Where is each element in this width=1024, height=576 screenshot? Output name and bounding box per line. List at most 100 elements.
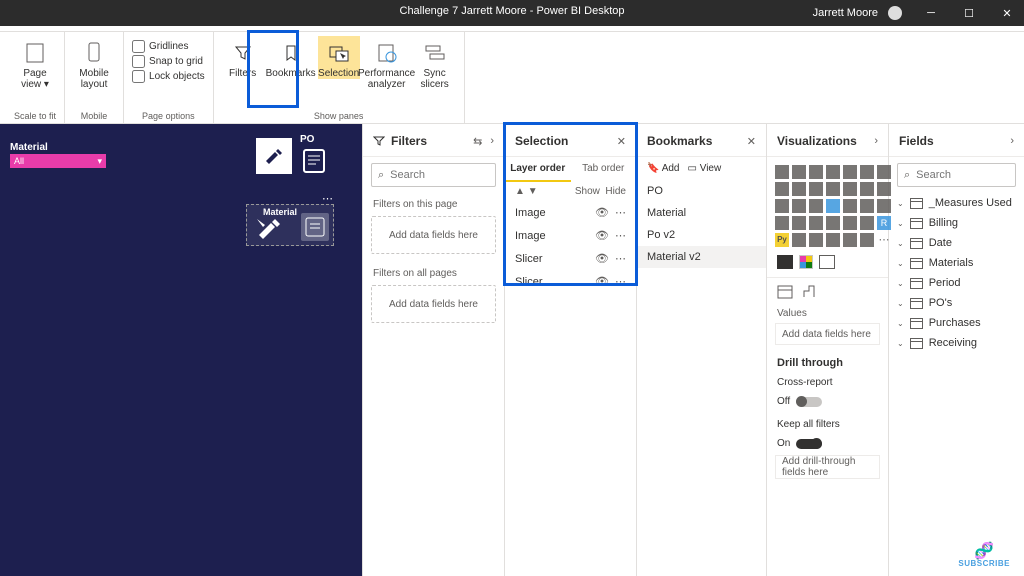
fields-search[interactable]: ⌕ — [897, 163, 1016, 187]
keep-filters-toggle[interactable]: On — [767, 434, 888, 453]
close-selection-icon[interactable]: ✕ — [617, 135, 626, 148]
close-button[interactable]: ✕ — [990, 0, 1024, 26]
bookmarks-button[interactable]: Bookmarks — [270, 36, 312, 79]
viz-type-icon[interactable] — [826, 165, 840, 179]
viz-type-icon[interactable] — [860, 216, 874, 230]
eye-icon[interactable]: 👁 — [595, 229, 609, 242]
field-table[interactable]: ⌄Date — [889, 233, 1024, 253]
move-down-icon[interactable]: ▼ — [528, 186, 538, 197]
viz-type-icon[interactable] — [877, 165, 891, 179]
format-well-icon[interactable] — [801, 284, 817, 300]
sync-slicers-button[interactable]: Sync slicers — [414, 36, 456, 90]
expand-icon[interactable]: ⇆ — [473, 135, 482, 148]
field-table[interactable]: ⌄PO's — [889, 293, 1024, 313]
viz-type-icon[interactable] — [877, 199, 891, 213]
tab-order-tab[interactable]: Tab order — [571, 157, 637, 182]
view-bookmark-button[interactable]: ▭ View — [687, 163, 721, 174]
selection-item[interactable]: Slicer👁⋯ — [505, 270, 636, 293]
viz-type-icon[interactable] — [792, 233, 806, 247]
viz-type-icon[interactable] — [860, 233, 874, 247]
snap-check[interactable]: Snap to grid — [132, 55, 205, 68]
move-up-icon[interactable]: ▲ — [515, 186, 525, 197]
mobile-layout-button[interactable]: Mobile layout — [73, 36, 115, 90]
po-icon-visual[interactable] — [298, 144, 330, 176]
viz-type-icon[interactable] — [826, 233, 840, 247]
field-table[interactable]: ⌄Billing — [889, 213, 1024, 233]
collapse-viz-icon[interactable]: › — [874, 135, 878, 147]
selection-button[interactable]: Selection — [318, 36, 360, 79]
selected-visual-group[interactable]: Material — [246, 204, 334, 246]
viz-type-icon[interactable]: ⋯ — [877, 233, 891, 247]
viz-type-icon[interactable] — [809, 165, 823, 179]
format-tab-icon[interactable] — [799, 255, 813, 269]
viz-type-icon[interactable] — [860, 199, 874, 213]
viz-type-icon[interactable]: R — [877, 216, 891, 230]
gridlines-check[interactable]: Gridlines — [132, 40, 205, 53]
slicer-value[interactable]: All▾ — [10, 154, 106, 168]
viz-type-icon[interactable] — [843, 182, 857, 196]
viz-type-icon[interactable] — [826, 216, 840, 230]
viz-type-icon[interactable] — [792, 199, 806, 213]
material-icon-visual[interactable] — [256, 138, 292, 174]
viz-type-icon[interactable] — [843, 233, 857, 247]
filters-search[interactable]: ⌕ — [371, 163, 496, 187]
close-bookmarks-icon[interactable]: ✕ — [747, 135, 756, 148]
viz-type-icon[interactable] — [809, 182, 823, 196]
performance-analyzer-button[interactable]: Performance analyzer — [366, 36, 408, 90]
bookmark-item[interactable]: PO — [637, 180, 766, 202]
eye-icon[interactable]: 👁 — [595, 275, 609, 288]
viz-type-icon[interactable] — [860, 182, 874, 196]
selection-item[interactable]: Image👁⋯ — [505, 224, 636, 247]
filters-page-drop[interactable]: Add data fields here — [371, 216, 496, 254]
viz-type-icon[interactable] — [860, 165, 874, 179]
viz-type-icon[interactable] — [775, 216, 789, 230]
viz-type-icon[interactable] — [843, 199, 857, 213]
maximize-button[interactable]: ☐ — [952, 0, 986, 26]
minimize-button[interactable]: ─ — [914, 0, 948, 26]
page-view-button[interactable]: Page view ▾ — [14, 36, 56, 90]
eye-icon[interactable]: 👁 — [595, 252, 609, 265]
analytics-tab-icon[interactable] — [819, 255, 835, 269]
viz-type-icon[interactable] — [843, 165, 857, 179]
collapse-icon[interactable]: › — [490, 135, 494, 148]
viz-type-icon[interactable] — [826, 182, 840, 196]
layer-order-tab[interactable]: Layer order — [505, 157, 571, 182]
viz-type-icon[interactable] — [775, 165, 789, 179]
subscribe-watermark: 🧬 SUBSCRIBE — [958, 545, 1010, 568]
bookmark-item[interactable]: Material v2 — [637, 246, 766, 268]
cross-report-toggle[interactable]: Off — [767, 392, 888, 411]
viz-type-icon[interactable] — [826, 199, 840, 213]
viz-type-icon[interactable] — [792, 165, 806, 179]
collapse-fields-icon[interactable]: › — [1010, 135, 1014, 147]
filters-all-drop[interactable]: Add data fields here — [371, 285, 496, 323]
viz-type-icon[interactable] — [809, 216, 823, 230]
filters-button[interactable]: Filters — [222, 36, 264, 79]
lock-check[interactable]: Lock objects — [132, 70, 205, 83]
viz-type-icon[interactable] — [775, 182, 789, 196]
fields-well-icon[interactable] — [777, 284, 793, 300]
bookmark-item[interactable]: Material — [637, 202, 766, 224]
values-drop[interactable]: Add data fields here — [775, 323, 880, 345]
viz-type-icon[interactable] — [843, 216, 857, 230]
selection-item[interactable]: Image👁⋯ — [505, 201, 636, 224]
avatar[interactable] — [888, 6, 902, 20]
field-table[interactable]: ⌄_Measures Used — [889, 193, 1024, 213]
bookmark-item[interactable]: Po v2 — [637, 224, 766, 246]
field-table[interactable]: ⌄Materials — [889, 253, 1024, 273]
viz-type-icon[interactable]: Py — [775, 233, 789, 247]
viz-type-icon[interactable] — [809, 233, 823, 247]
drillthrough-drop[interactable]: Add drill-through fields here — [775, 455, 880, 479]
viz-type-icon[interactable] — [877, 182, 891, 196]
field-table[interactable]: ⌄Purchases — [889, 313, 1024, 333]
selection-item[interactable]: Slicer👁⋯ — [505, 247, 636, 270]
field-table[interactable]: ⌄Period — [889, 273, 1024, 293]
report-canvas[interactable]: Material All▾ PO ⋯ Material — [0, 124, 362, 576]
eye-icon[interactable]: 👁 — [595, 206, 609, 219]
fields-tab-icon[interactable] — [777, 255, 793, 269]
viz-type-icon[interactable] — [775, 199, 789, 213]
viz-type-icon[interactable] — [792, 216, 806, 230]
add-bookmark-button[interactable]: 🔖 Add — [647, 163, 679, 174]
viz-type-icon[interactable] — [792, 182, 806, 196]
field-table[interactable]: ⌄Receiving — [889, 333, 1024, 353]
viz-type-icon[interactable] — [809, 199, 823, 213]
